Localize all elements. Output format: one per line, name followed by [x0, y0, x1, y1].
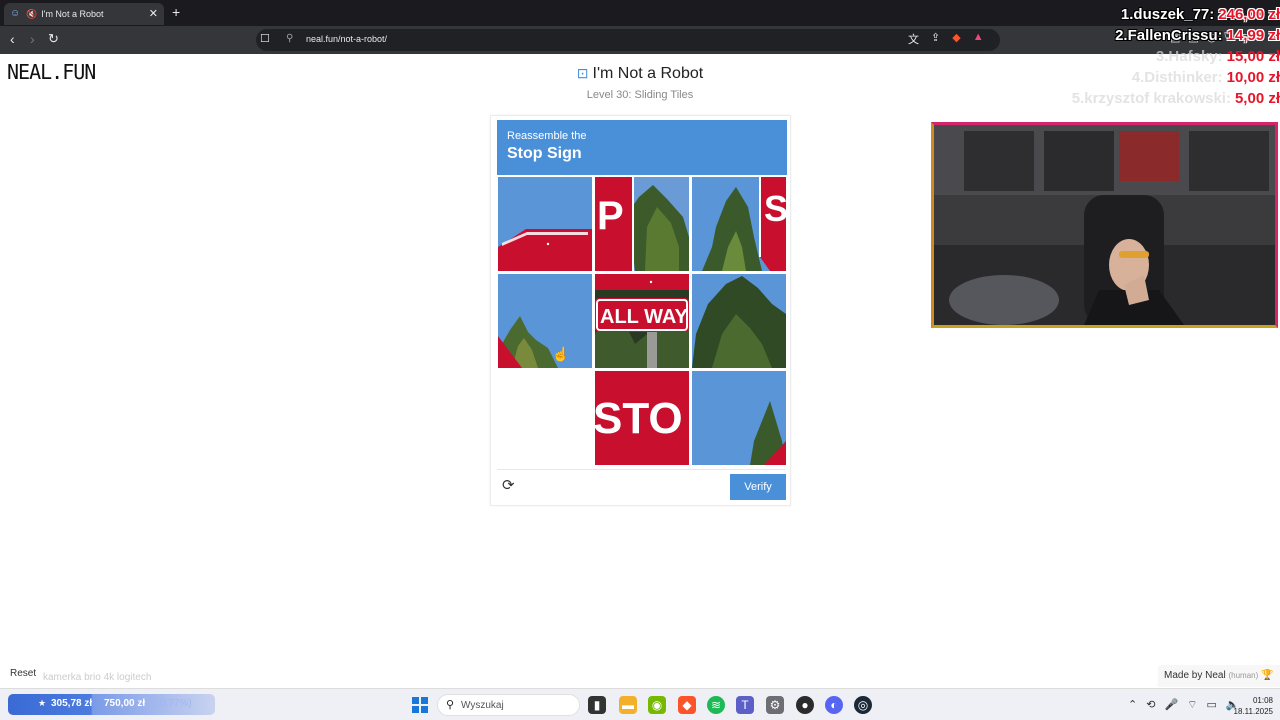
- settings-icon[interactable]: ⚙: [766, 696, 784, 714]
- puzzle-tile[interactable]: [692, 371, 786, 465]
- clock[interactable]: 01:08 18.11.2025: [1228, 695, 1273, 717]
- tile-letter-s: S: [764, 188, 786, 229]
- brave-shield-icon[interactable]: ◆: [952, 31, 960, 47]
- url-text[interactable]: neal.fun/not-a-robot/: [306, 34, 387, 44]
- brave-browser-icon[interactable]: ◆: [678, 696, 696, 714]
- search-placeholder: Wyszukaj: [461, 700, 504, 711]
- donation-row: 3.Hafsky: 15,00 zł: [1155, 48, 1280, 65]
- obs-icon[interactable]: ●: [796, 696, 814, 714]
- brave-rewards-icon[interactable]: ▲: [973, 31, 984, 47]
- captcha-header: Reassemble the Stop Sign: [497, 120, 787, 175]
- new-tab-button[interactable]: +: [172, 4, 180, 20]
- webcam-feed: [931, 122, 1278, 328]
- made-by-badge[interactable]: Made by Neal (human) 🏆: [1158, 665, 1280, 687]
- donation-row: 4.Disthinker: 10,00 zł: [1131, 69, 1280, 86]
- captcha-divider: [497, 469, 785, 470]
- clock-time: 01:08: [1252, 696, 1273, 705]
- hand-cursor-icon: ☝: [552, 346, 570, 362]
- mute-icon[interactable]: 🔇: [26, 9, 37, 20]
- close-tab-icon[interactable]: ✕: [149, 7, 158, 20]
- donation-row: 2.FallenCrissu: 14,99 zł: [1115, 27, 1280, 44]
- captcha-target: Stop Sign: [507, 145, 582, 162]
- tile-all-way-text: ALL WAY: [600, 306, 688, 328]
- site-info-icon[interactable]: ⚲: [286, 33, 293, 44]
- system-tray: ⌃ ⟲ 🎤 ⌔ ▭ 🔈: [1128, 698, 1240, 712]
- chevron-up-icon[interactable]: ⌃: [1128, 698, 1137, 712]
- donation-goal-bar: ★ 305,78 zł 750,00 zł (40,77%): [8, 694, 215, 715]
- share-icon[interactable]: ⇪: [931, 31, 940, 47]
- back-icon[interactable]: ‹: [10, 31, 15, 47]
- spotify-icon[interactable]: ≋: [707, 696, 725, 714]
- microphone-icon[interactable]: 🎤: [1164, 698, 1178, 712]
- captcha-widget: Reassemble the Stop Sign P S ALL WAY STO…: [490, 115, 791, 506]
- trophy-icon: 🏆: [1261, 670, 1274, 681]
- puzzle-tile[interactable]: [498, 274, 592, 368]
- tile-letter-p: P: [597, 194, 624, 238]
- forward-icon[interactable]: ›: [30, 31, 35, 47]
- puzzle-tile[interactable]: S: [692, 177, 786, 271]
- windows-start-icon[interactable]: [412, 697, 428, 713]
- captcha-instruction: Reassemble the: [507, 130, 587, 142]
- reset-link[interactable]: Reset: [10, 668, 36, 679]
- puzzle-tile[interactable]: ALL WAY: [595, 274, 689, 368]
- wifi-icon[interactable]: ⌔: [1187, 698, 1197, 712]
- search-icon: ⚲: [446, 699, 455, 711]
- sync-icon[interactable]: ⟲: [1146, 698, 1155, 712]
- translate-icon[interactable]: 文: [908, 31, 919, 47]
- discord-icon[interactable]: ◐: [825, 696, 843, 714]
- taskbar-search[interactable]: ⚲ Wyszukaj: [437, 694, 580, 716]
- webcam-image: [934, 125, 1275, 325]
- steam-icon[interactable]: ◎: [854, 696, 872, 714]
- donation-leaderboard: 1.duszek_77: 246,00 zł 2.FallenCrissu: 14,…: [1058, 6, 1280, 111]
- donation-row: 5.krzysztof krakowski: 5,00 zł: [1071, 90, 1280, 107]
- file-explorer-icon[interactable]: ▬: [619, 696, 637, 714]
- puzzle-tile[interactable]: [498, 177, 592, 271]
- puzzle-tile[interactable]: [692, 274, 786, 368]
- verify-button[interactable]: Verify: [730, 474, 786, 500]
- clock-date: 18.11.2025: [1233, 707, 1273, 716]
- tile-stop-text: STO: [595, 394, 683, 443]
- windows-taskbar: ★ 305,78 zł 750,00 zł (40,77%) ⚲ Wyszuka…: [0, 688, 1280, 720]
- goal-percent: (40,77%): [151, 698, 192, 709]
- robot-icon: ⊡: [576, 65, 589, 81]
- tab-title: I'm Not a Robot: [41, 9, 104, 19]
- teams-icon[interactable]: T: [736, 696, 754, 714]
- goal-current: 305,78 zł: [51, 698, 93, 709]
- puzzle-tile[interactable]: STO: [595, 371, 689, 465]
- reload-icon[interactable]: ↻: [48, 31, 59, 47]
- camera-overlay-text: kamerka brio 4k logitech: [43, 672, 152, 683]
- url-actions: 文 ⇪ ◆ ▲: [908, 31, 984, 47]
- task-view-icon[interactable]: ▮: [588, 696, 606, 714]
- address-bar[interactable]: ☐ ⚲ neal.fun/not-a-robot/: [256, 29, 1000, 51]
- robot-favicon-icon: ☺: [10, 8, 21, 19]
- monitor-icon[interactable]: ▭: [1206, 698, 1216, 712]
- goal-target: 750,00 zł: [104, 698, 146, 709]
- puzzle-tile[interactable]: P: [595, 177, 689, 271]
- goal-icon: ★: [38, 698, 47, 708]
- nvidia-icon[interactable]: ◉: [648, 696, 666, 714]
- bookmark-icon[interactable]: ☐: [260, 32, 270, 45]
- browser-tab[interactable]: ☺ 🔇 I'm Not a Robot ✕: [4, 3, 164, 25]
- refresh-icon[interactable]: ⟳: [502, 478, 518, 494]
- sliding-tile-grid: P S ALL WAY STO: [498, 177, 786, 465]
- donation-row: 1.duszek_77: 246,00 zł: [1120, 6, 1280, 23]
